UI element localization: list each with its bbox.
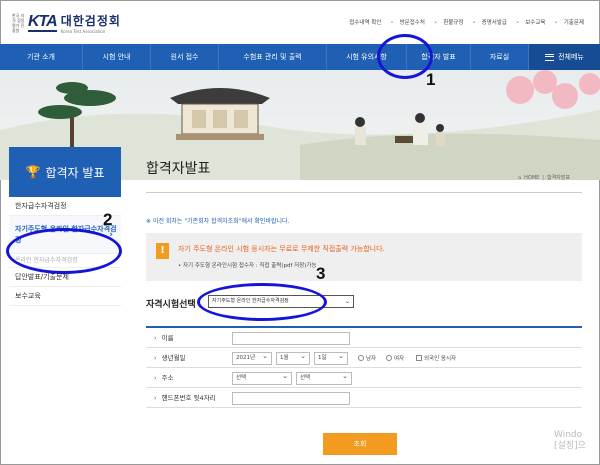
sidebar-title: 🏆 합격자 발표 <box>9 147 121 197</box>
logo-abbr: KTA <box>28 13 58 32</box>
birth-row: 생년월일 2021년 1월 1일 남자 여자 외국인 응시자 <box>146 348 582 368</box>
home-icon: ⌂ <box>517 174 522 181</box>
nav-item-exam-info[interactable]: 시험 안내 <box>83 44 151 70</box>
utility-links: 접수내역 확인 방문접수처 환불규정 증명서발급 보수교육 기출문제 <box>349 18 584 26</box>
annotation-circle-2 <box>6 228 122 274</box>
breadcrumb-current: 합격자발표 <box>546 175 570 181</box>
phone-input[interactable] <box>232 392 350 405</box>
logo-english: Korea Test Association <box>60 29 106 34</box>
notice-title: 자기 주도형 온라인 시험 응시자는 무료로 무제한 직접출력 가능합니다. <box>178 245 385 253</box>
annotation-number-3: 3 <box>316 264 326 283</box>
title-divider <box>146 192 582 193</box>
search-form: 이름 생년월일 2021년 1월 1일 남자 여자 외국인 응시자 주소 선택 … <box>146 326 582 408</box>
nav-item-about[interactable]: 기관 소개 <box>0 44 83 70</box>
annotation-circle-3 <box>197 283 327 321</box>
breadcrumb: ⌂ HOME | 합격자발표 <box>517 174 570 182</box>
foreign-checkbox[interactable]: 외국인 응시자 <box>416 354 456 362</box>
trophy-icon: 🏆 <box>25 165 41 179</box>
phone-label: 핸드폰번호 뒷4자리 <box>154 388 216 408</box>
address-select-2[interactable]: 선택 <box>296 371 352 385</box>
birth-month-select[interactable]: 1월 <box>276 351 310 365</box>
logo-name: 대한검정회 <box>60 14 121 28</box>
notice-detail: • 자기 주도형 온라인시험 접수자 : 직접 출력(pdf 저장)가능 <box>178 263 317 269</box>
hanok-house <box>170 88 270 140</box>
logo-small-text: 한국 자격 검정 평가 진흥원 <box>12 13 25 33</box>
sidebar-item-education[interactable]: 보수교육 <box>9 287 121 306</box>
all-menu-label: 전체메뉴 <box>558 53 584 61</box>
search-button[interactable]: 조회 <box>323 433 397 455</box>
main-nav: 기관 소개 시험 안내 원서 접수 수험표 관리 및 출력 시험 유의사항 합격… <box>0 44 600 70</box>
notice-box: ! 자기 주도형 온라인 시험 응시자는 무료로 무제한 직접출력 가능합니다.… <box>146 233 582 281</box>
util-link-check[interactable]: 접수내역 확인 <box>349 18 381 26</box>
address-select-1[interactable]: 선택 <box>232 371 292 385</box>
menu-icon <box>545 53 555 61</box>
gender-female-radio[interactable]: 여자 <box>386 354 404 362</box>
name-input[interactable] <box>232 332 350 345</box>
birth-year-select[interactable]: 2021년 <box>232 351 272 365</box>
windows-activation-watermark: Windo [설정]으 <box>554 430 586 451</box>
birth-day-select[interactable]: 1일 <box>314 351 348 365</box>
site-logo[interactable]: 한국 자격 검정 평가 진흥원 KTA 대한검정회 Korea Test Ass… <box>12 12 121 34</box>
all-menu-button[interactable]: 전체메뉴 <box>529 44 600 70</box>
annotation-number-2: 2 <box>103 210 113 229</box>
cherry-blossom <box>506 70 600 109</box>
address-row: 주소 선택 선택 <box>146 368 582 388</box>
name-label: 이름 <box>154 328 174 348</box>
util-link-visit[interactable]: 방문접수처 <box>390 18 425 26</box>
util-link-refund[interactable]: 환불규정 <box>434 18 463 26</box>
name-row: 이름 <box>146 328 582 348</box>
annotation-number-1: 1 <box>426 70 436 89</box>
chevron-down-icon: ⌄ <box>344 298 350 305</box>
exclamation-icon: ! <box>156 243 169 259</box>
previous-round-note: ※ 이전 회차는 "기존회차 합격자조회"에서 확인바랍니다. <box>146 218 290 225</box>
annotation-circle-1 <box>377 34 433 79</box>
nav-item-apply[interactable]: 원서 접수 <box>151 44 219 70</box>
nav-item-admission-ticket[interactable]: 수험표 관리 및 출력 <box>219 44 327 70</box>
address-label: 주소 <box>154 368 174 388</box>
util-link-past-exams[interactable]: 기출문제 <box>555 18 584 26</box>
nav-item-resources[interactable]: 자료실 <box>471 44 529 70</box>
util-link-certificate[interactable]: 증명서발급 <box>472 18 507 26</box>
page-title: 합격자발표 <box>146 161 211 177</box>
breadcrumb-home[interactable]: HOME <box>524 175 539 181</box>
util-link-education[interactable]: 보수교육 <box>516 18 545 26</box>
gender-male-radio[interactable]: 남자 <box>358 354 376 362</box>
phone-row: 핸드폰번호 뒷4자리 <box>146 388 582 408</box>
birth-label: 생년월일 <box>154 348 186 368</box>
qualification-label: 자격시험선택 <box>146 300 196 310</box>
